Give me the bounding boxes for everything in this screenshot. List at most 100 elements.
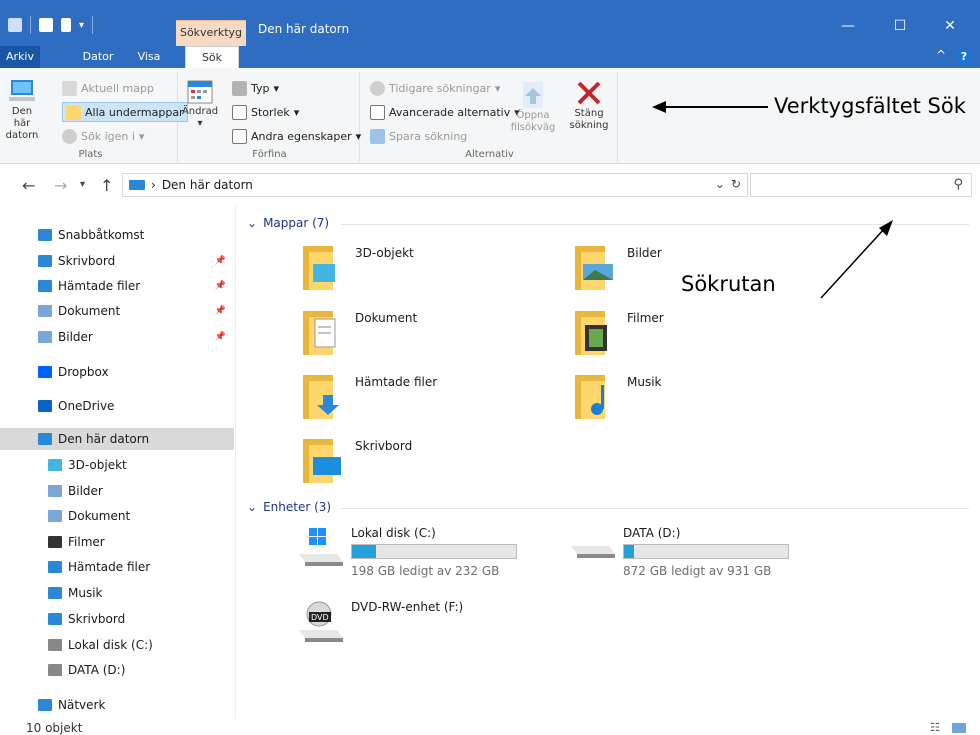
type-button[interactable]: Typ ▾ [232,78,279,98]
sidebar-item[interactable]: Dropbox [0,361,234,383]
size-button[interactable]: Storlek ▾ [232,102,299,122]
sidebar-item[interactable]: Nätverk [0,694,234,716]
pictures-folder-icon [38,331,52,343]
type-icon [232,80,247,96]
sidebar-item[interactable]: Hämtade filer [0,556,234,578]
button-label: Andra egenskaper [251,129,352,143]
tab-visa[interactable]: Visa [126,46,172,68]
folder-tile[interactable]: Musik [575,371,662,421]
drive-tile[interactable]: Lokal disk (C:) 198 GB ledigt av 232 GB [297,522,537,582]
computer-icon[interactable] [8,18,22,32]
chevron-down-icon: ▾ [494,81,501,95]
sidebar-item[interactable]: 3D-objekt [0,454,234,476]
sidebar-item[interactable]: Dokument 📌 [0,300,234,322]
sidebar-item[interactable]: Musik [0,582,234,604]
breadcrumb[interactable]: Den här datorn [162,178,253,192]
search-icon[interactable]: ⚲ [953,177,963,192]
sidebar-item-label: DATA (D:) [68,663,126,677]
search-input[interactable] [751,174,941,196]
up-arrow-icon[interactable]: ↑ [100,176,113,195]
current-folder-button[interactable]: Aktuell mapp [62,78,154,98]
pin-icon[interactable]: 📌 [215,256,226,266]
recent-searches-button[interactable]: Tidigare sökningar ▾ [370,78,500,98]
pin-icon[interactable]: 📌 [215,281,226,291]
date-modified-button[interactable]: Ändrad ▾ [182,78,218,130]
folder-tile[interactable]: Hämtade filer [303,371,437,421]
tab-arkiv[interactable]: Arkiv [0,46,40,68]
sidebar-item-label: Nätverk [58,698,106,712]
close-button[interactable]: ✕ [930,18,970,34]
details-view-icon[interactable]: ☷ [930,721,940,734]
folder-tile[interactable]: Skrivbord [303,435,412,485]
button-label: Aktuell mapp [81,81,154,95]
devices-group-header[interactable]: ⌄ Enheter (3) [247,500,331,514]
sidebar-item[interactable]: OneDrive [0,395,234,417]
chevron-down-icon: ▾ [197,118,203,129]
sidebar-item[interactable]: Filmer [0,531,234,553]
address-controls: ⌄ ↻ [715,177,741,191]
properties-icon[interactable] [39,18,53,32]
large-icons-view-icon[interactable] [952,723,966,733]
help-icon[interactable]: ? [956,49,972,65]
sidebar-item[interactable]: Skrivbord [0,608,234,630]
sidebar-item[interactable]: Den här datorn [0,428,234,450]
close-search-button[interactable]: Stäng sökning [566,78,612,132]
pictures-folder-icon [575,246,613,290]
pin-icon[interactable]: 📌 [215,306,226,316]
refresh-icon[interactable]: ↻ [731,177,741,191]
open-file-location-button[interactable]: Öppna filsökväg [506,80,560,134]
sidebar-item[interactable]: DATA (D:) [0,659,234,681]
folders-group-header[interactable]: ⌄ Mappar (7) [247,216,329,230]
sidebar-item[interactable]: Lokal disk (C:) [0,634,234,656]
search-ribbon: Den här datorn Aktuell mapp Alla underma… [0,68,980,164]
properties-icon [232,128,247,144]
this-pc-button[interactable]: Den här datorn [4,76,40,142]
chevron-down-icon[interactable]: ⌄ [715,177,725,191]
save-search-button[interactable]: Spara sökning [370,126,467,146]
item-count: 10 objekt [26,721,83,735]
folder-tile[interactable]: Bilder [575,242,662,292]
button-label: Öppna filsökväg [510,110,556,133]
all-subfolders-button[interactable]: Alla undermappar [62,102,188,122]
other-properties-button[interactable]: Andra egenskaper ▾ [232,126,361,146]
open-location-icon [523,82,543,108]
sidebar-item[interactable]: Dokument [0,505,234,527]
annotation-arrow [652,101,768,113]
desktop-folder-icon [38,255,52,267]
ribbon-group-forfina: Ändrad ▾ Typ ▾ Storlek ▾ Andra egenskaper ▾… [180,72,361,162]
drive-free-space: 198 GB ledigt av 232 GB [351,564,500,578]
tab-sok[interactable]: Sök [185,46,239,68]
folder-tile[interactable]: Dokument [303,307,417,357]
recent-locations-icon[interactable]: ▾ [80,179,85,190]
drive-tile[interactable]: DATA (D:) 872 GB ledigt av 931 GB [569,522,809,582]
folder-tile[interactable]: 3D-objekt [303,242,414,292]
downloads-folder-icon [38,280,52,292]
folder-name: Bilder [627,246,662,260]
search-box[interactable]: ⚲ [750,173,972,197]
address-bar[interactable]: › Den här datorn ⌄ ↻ [122,173,748,197]
sidebar-item[interactable]: Skrivbord 📌 [0,250,234,272]
customize-toolbar-icon[interactable]: ▾ [79,20,84,31]
sidebar-item[interactable]: Hämtade filer 📌 [0,275,234,297]
music-folder-icon [48,587,62,599]
sidebar-item-label: OneDrive [58,399,115,413]
back-arrow-icon[interactable]: ← [22,176,35,195]
subfolders-icon [66,104,81,120]
forward-arrow-icon[interactable]: → [54,176,67,195]
search-again-in-button[interactable]: Sök igen i ▾ [62,126,144,146]
advanced-options-button[interactable]: Avancerade alternativ ▾ [370,102,520,122]
folder-tile[interactable]: Filmer [575,307,664,357]
ribbon-group-plats: Den här datorn Aktuell mapp Alla underma… [4,72,188,162]
maximize-button[interactable]: ☐ [880,18,920,34]
sidebar-item[interactable]: Snabbåtkomst [0,224,234,246]
options-icon [370,104,385,120]
tab-dator[interactable]: Dator [72,46,124,68]
size-icon [232,104,247,120]
collapse-ribbon-icon[interactable]: ^ [936,48,946,62]
minimize-button[interactable]: — [828,18,868,34]
sidebar-item[interactable]: Bilder [0,480,234,502]
sidebar-item[interactable]: Bilder 📌 [0,326,234,348]
drive-tile[interactable]: DVD DVD-RW-enhet (F:) [297,596,537,656]
pin-icon[interactable]: 📌 [215,332,226,342]
new-folder-icon[interactable] [61,18,71,32]
